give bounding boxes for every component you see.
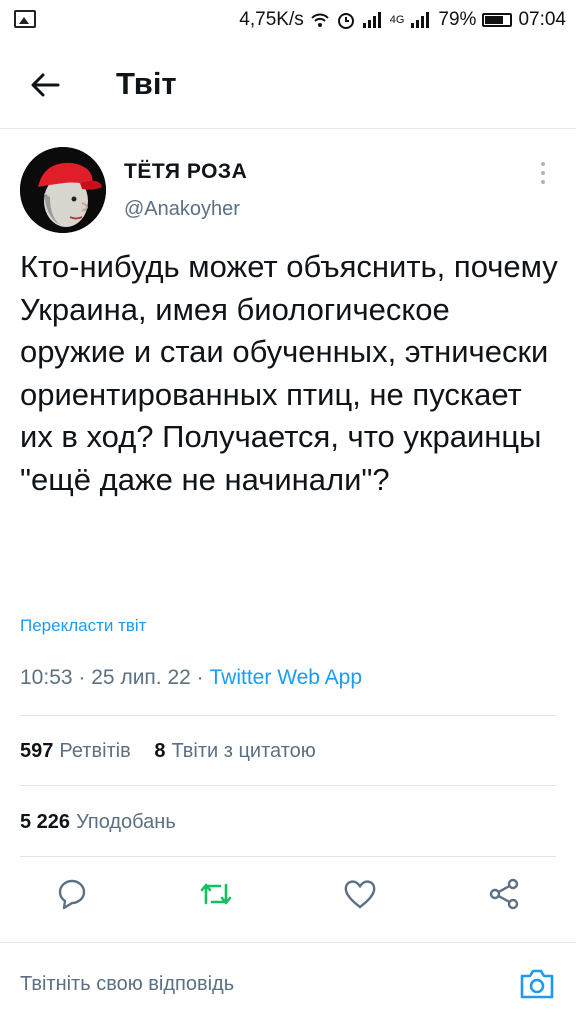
reply-input-placeholder[interactable]: Твітніть свою відповідь (20, 973, 234, 996)
retweets-label: Ретвітів (59, 740, 131, 762)
retweets-link[interactable]: 597 Ретвітів (20, 740, 131, 762)
retweet-stats: 597 Ретвітів 8 Твіти з цитатою (20, 740, 316, 763)
signal-icon-2 (411, 12, 430, 28)
wifi-icon (311, 13, 329, 27)
meta-separator: · (196, 666, 204, 689)
likes-stats[interactable]: 5 226 Уподобань (20, 811, 176, 834)
quotes-label: Твіти з цитатою (171, 740, 316, 762)
avatar[interactable] (20, 147, 106, 233)
network-type: 4G (389, 14, 405, 26)
clock: 07:04 (518, 9, 566, 30)
reply-composer[interactable]: Твітніть свою відповідь (0, 942, 576, 1025)
author-name[interactable]: ТЁТЯ РОЗА (124, 160, 247, 184)
share-icon[interactable] (484, 874, 524, 914)
divider (20, 715, 556, 716)
camera-icon[interactable] (518, 967, 556, 1001)
retweets-count: 597 (20, 740, 54, 762)
signal-icon (362, 12, 381, 28)
network-speed: 4,75K/s (239, 9, 304, 30)
back-arrow-icon[interactable] (28, 68, 62, 102)
alarm-icon (337, 13, 354, 29)
translate-tweet-link[interactable]: Перекласти твіт (20, 616, 146, 636)
like-heart-icon[interactable] (340, 874, 380, 914)
battery-percent: 79% (438, 9, 477, 30)
reply-icon[interactable] (52, 874, 92, 914)
more-options-icon[interactable] (538, 162, 548, 188)
tweet-metadata: 10:53 · 25 лип. 22 · Twitter Web App (20, 666, 362, 690)
meta-separator: · (78, 666, 86, 689)
likes-label: Уподобань (76, 811, 176, 833)
retweet-icon[interactable] (196, 874, 236, 914)
tweet-time: 10:53 (20, 666, 73, 689)
tweet-date: 25 лип. 22 (91, 666, 191, 689)
divider (20, 785, 556, 786)
quotes-link[interactable]: 8 Твіти з цитатою (154, 740, 315, 762)
top-bar: Твіт (0, 42, 576, 129)
status-indicators: 4,75K/s 4G 79% 07:04 (239, 9, 566, 31)
status-bar: 4,75K/s 4G 79% 07:04 (0, 0, 576, 42)
image-notification-icon (14, 10, 36, 28)
divider (20, 856, 556, 857)
tweet-actions (0, 866, 576, 926)
likes-count: 5 226 (20, 811, 71, 833)
author-handle[interactable]: @Anakoyher (124, 198, 240, 221)
quotes-count: 8 (154, 740, 166, 762)
tweet-source[interactable]: Twitter Web App (210, 666, 363, 689)
avatar-image (20, 147, 106, 233)
battery-icon (482, 13, 513, 27)
page-title: Твіт (116, 66, 177, 101)
tweet-text: Кто-нибудь может объяснить, почему Украи… (20, 249, 558, 497)
